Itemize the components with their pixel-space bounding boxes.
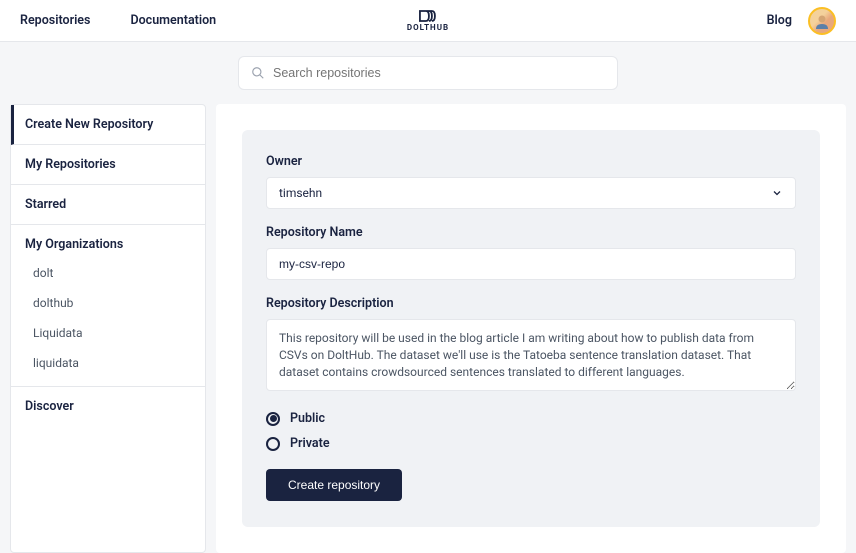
create-repository-button[interactable]: Create repository xyxy=(266,469,402,501)
search-box[interactable] xyxy=(238,56,618,90)
owner-group: Owner timsehn xyxy=(266,154,796,209)
desc-label: Repository Description xyxy=(266,296,796,311)
search-input[interactable] xyxy=(273,66,605,80)
name-group: Repository Name xyxy=(266,225,796,280)
repo-desc-textarea[interactable] xyxy=(266,319,796,391)
owner-value: timsehn xyxy=(279,186,322,200)
nav-right: Blog xyxy=(767,7,836,35)
sidebar-item-discover[interactable]: Discover xyxy=(11,387,205,426)
search-icon xyxy=(251,66,265,80)
radio-public-circle xyxy=(266,412,280,426)
sidebar-org-dolt[interactable]: dolt xyxy=(11,258,205,288)
sidebar-org-dolthub[interactable]: dolthub xyxy=(11,288,205,318)
nav-left: Repositories Documentation xyxy=(20,13,216,28)
nav-documentation[interactable]: Documentation xyxy=(130,13,216,28)
logo[interactable]: DOLTHUB xyxy=(407,9,449,32)
main-content: Create New Repository My Repositories St… xyxy=(0,104,856,553)
radio-public[interactable]: Public xyxy=(266,411,796,426)
sidebar-item-create-new-repository[interactable]: Create New Repository xyxy=(11,105,205,145)
main-header: Repositories Documentation DOLTHUB Blog xyxy=(0,0,856,42)
name-label: Repository Name xyxy=(266,225,796,240)
avatar-face-icon xyxy=(812,11,832,31)
sidebar-org-liquidata-lower[interactable]: liquidata xyxy=(11,348,205,378)
sidebar-item-my-repositories[interactable]: My Repositories xyxy=(11,145,205,185)
radio-private-circle xyxy=(266,437,280,451)
avatar[interactable] xyxy=(808,7,836,35)
radio-private[interactable]: Private xyxy=(266,436,796,451)
repo-name-input[interactable] xyxy=(266,248,796,280)
sidebar-my-organizations-label: My Organizations xyxy=(11,225,205,258)
form-panel: Owner timsehn Repository Name Repository… xyxy=(216,104,846,553)
owner-dropdown[interactable]: timsehn xyxy=(266,177,796,209)
owner-label: Owner xyxy=(266,154,796,169)
radio-public-label: Public xyxy=(290,411,325,426)
sidebar-group-orgs: My Organizations dolt dolthub Liquidata … xyxy=(11,225,205,387)
sidebar: Create New Repository My Repositories St… xyxy=(10,104,206,553)
radio-private-label: Private xyxy=(290,436,330,451)
sidebar-org-liquidata-upper[interactable]: Liquidata xyxy=(11,318,205,348)
nav-repositories[interactable]: Repositories xyxy=(20,13,90,28)
search-container xyxy=(0,42,856,104)
logo-text: DOLTHUB xyxy=(407,23,449,32)
nav-blog[interactable]: Blog xyxy=(767,13,792,28)
visibility-group: Public Private xyxy=(266,411,796,451)
create-repo-form: Owner timsehn Repository Name Repository… xyxy=(242,130,820,527)
desc-group: Repository Description xyxy=(266,296,796,395)
chevron-down-icon xyxy=(771,187,783,199)
sidebar-item-starred[interactable]: Starred xyxy=(11,185,205,225)
logo-icon xyxy=(418,9,438,23)
